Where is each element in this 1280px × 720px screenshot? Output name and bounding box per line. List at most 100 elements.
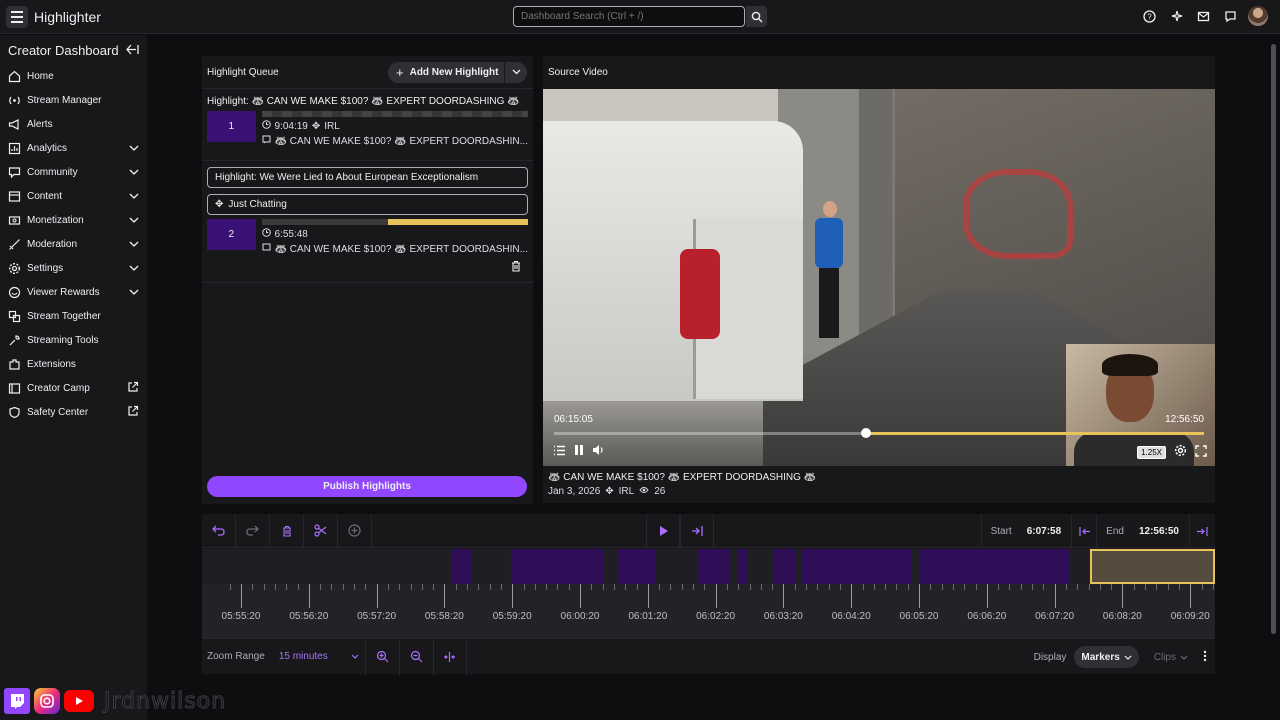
- video-scrubber[interactable]: [554, 428, 1204, 438]
- chapters-icon[interactable]: [553, 445, 566, 459]
- ruler-tick: [1077, 584, 1079, 590]
- page-scrollbar[interactable]: [1271, 44, 1276, 634]
- publish-highlights-button[interactable]: Publish Highlights: [207, 476, 527, 497]
- ruler-tick: [1054, 584, 1056, 608]
- more-options-icon[interactable]: [1203, 650, 1207, 665]
- sidebar-item-settings[interactable]: Settings: [0, 256, 147, 280]
- highlight-segment[interactable]: [919, 549, 1069, 584]
- highlight-entry-1[interactable]: Highlight: 🦝 CAN WE MAKE $100? 🦝 EXPERT …: [202, 89, 533, 161]
- sidebar-item-label: Monetization: [27, 214, 84, 226]
- collapse-sidebar-icon[interactable]: [126, 44, 139, 58]
- sidebar-item-moderation[interactable]: Moderation: [0, 232, 147, 256]
- sidebar-item-home[interactable]: Home: [0, 64, 147, 88]
- sidebar-item-alerts[interactable]: Alerts: [0, 112, 147, 136]
- highlight-segment[interactable]: [511, 549, 603, 584]
- playback-speed[interactable]: 1.25X: [1137, 445, 1166, 459]
- sidebar-item-community[interactable]: Community: [0, 160, 147, 184]
- zoom-out-icon[interactable]: [398, 638, 433, 675]
- sidebar-item-extensions[interactable]: Extensions: [0, 352, 147, 376]
- pause-icon[interactable]: [573, 444, 585, 459]
- ruler-tick: [500, 584, 502, 590]
- trash-icon[interactable]: [270, 513, 304, 548]
- start-value[interactable]: 6:07:58: [1027, 526, 1061, 537]
- ruler-tick: [704, 584, 706, 590]
- category-icon: ✥: [215, 199, 224, 210]
- ruler-tick: [659, 584, 661, 590]
- source-icon: [262, 243, 271, 255]
- ruler-label: 06:06:20: [967, 611, 1007, 622]
- volume-icon[interactable]: [592, 444, 605, 459]
- video-player[interactable]: 06:15:05 12:56:50 1.25X: [543, 89, 1215, 466]
- zoom-in-icon[interactable]: [364, 638, 399, 675]
- play-icon[interactable]: [646, 514, 680, 548]
- whispers-icon[interactable]: [1221, 6, 1239, 26]
- ruler-tick: [1020, 584, 1022, 590]
- highlight-segment[interactable]: [452, 549, 472, 584]
- set-end-icon[interactable]: [1189, 514, 1215, 548]
- highlight-1-duration: 9:04:19: [274, 120, 308, 132]
- timeline-track[interactable]: [202, 549, 1215, 584]
- ruler-tick: [670, 584, 672, 590]
- menu-icon[interactable]: [6, 5, 28, 28]
- inbox-icon[interactable]: [1194, 6, 1212, 26]
- highlight-segment[interactable]: [774, 549, 796, 584]
- highlight-2-title-value: Highlight: We Were Lied to About Europea…: [215, 172, 479, 183]
- ruler-tick: [896, 584, 898, 590]
- fullscreen-icon[interactable]: [1195, 444, 1207, 460]
- source-video-title: Source Video: [548, 67, 608, 78]
- ruler-label: 06:03:20: [763, 611, 803, 622]
- ruler-tick: [455, 584, 457, 590]
- ruler-tick: [806, 584, 807, 590]
- sidebar-item-stream-together[interactable]: Stream Together: [0, 304, 147, 328]
- highlight-2-category-field[interactable]: ✥ Just Chatting: [207, 194, 528, 215]
- ruler-tick: [873, 584, 875, 590]
- search-button[interactable]: [746, 6, 767, 27]
- clips-toggle[interactable]: Clips: [1147, 646, 1195, 668]
- sidebar-item-analytics[interactable]: Analytics: [0, 136, 147, 160]
- chevron-down-icon[interactable]: [505, 69, 527, 75]
- add-new-highlight-button[interactable]: + Add New Highlight: [388, 61, 527, 83]
- ruler-tick: [387, 584, 389, 590]
- ruler-label: 05:55:20: [221, 611, 261, 622]
- help-icon[interactable]: ?: [1140, 6, 1158, 26]
- sidebar-item-stream-manager[interactable]: Stream Manager: [0, 88, 147, 112]
- ruler-tick: [1178, 584, 1180, 590]
- ruler-tick: [297, 584, 299, 590]
- search-input[interactable]: [513, 6, 745, 27]
- ruler-tick: [534, 584, 536, 590]
- app-title: Highlighter: [34, 8, 101, 25]
- sidebar-item-viewer-rewards[interactable]: Viewer Rewards: [0, 280, 147, 304]
- zoom-range-select[interactable]: 15 minutes: [279, 651, 359, 662]
- sparkle-icon[interactable]: [1167, 6, 1185, 26]
- selection-range[interactable]: [1090, 549, 1215, 584]
- display-label: Display: [1033, 651, 1067, 663]
- sidebar-item-content[interactable]: Content: [0, 184, 147, 208]
- markers-toggle[interactable]: Markers: [1074, 646, 1139, 668]
- view-count: 26: [654, 486, 666, 497]
- time-ruler[interactable]: 05:55:20 05:56:20 05:57:20 05:58:20 05:59:20…: [202, 584, 1215, 638]
- skip-to-end-icon[interactable]: [680, 514, 714, 548]
- highlight-segment[interactable]: [802, 549, 912, 584]
- scissors-icon[interactable]: [304, 513, 338, 548]
- undo-icon[interactable]: [202, 513, 236, 548]
- sidebar-item-creator-camp[interactable]: Creator Camp: [0, 376, 147, 400]
- sidebar-item-streaming-tools[interactable]: Streaming Tools: [0, 328, 147, 352]
- add-marker-icon[interactable]: [338, 513, 372, 548]
- highlight-segment[interactable]: [618, 549, 656, 584]
- highlight-2-title-field[interactable]: Highlight: We Were Lied to About Europea…: [207, 167, 528, 188]
- ruler-tick: [580, 584, 581, 608]
- ruler-tick: [715, 584, 717, 608]
- set-start-icon[interactable]: [1071, 514, 1098, 548]
- end-value[interactable]: 12:56:50: [1139, 526, 1179, 537]
- trash-icon[interactable]: [510, 260, 522, 275]
- sidebar-item-safety-center[interactable]: Safety Center: [0, 400, 147, 424]
- gear-icon[interactable]: [1174, 444, 1187, 460]
- playhead-knob[interactable]: [861, 428, 871, 438]
- highlight-segment[interactable]: [737, 549, 747, 584]
- redo-icon[interactable]: [236, 513, 270, 548]
- highlight-segment[interactable]: [697, 549, 730, 584]
- fit-to-range-icon[interactable]: [432, 638, 467, 675]
- sidebar-item-label: Settings: [27, 262, 64, 274]
- sidebar-item-monetization[interactable]: Monetization: [0, 208, 147, 232]
- avatar[interactable]: [1248, 6, 1268, 26]
